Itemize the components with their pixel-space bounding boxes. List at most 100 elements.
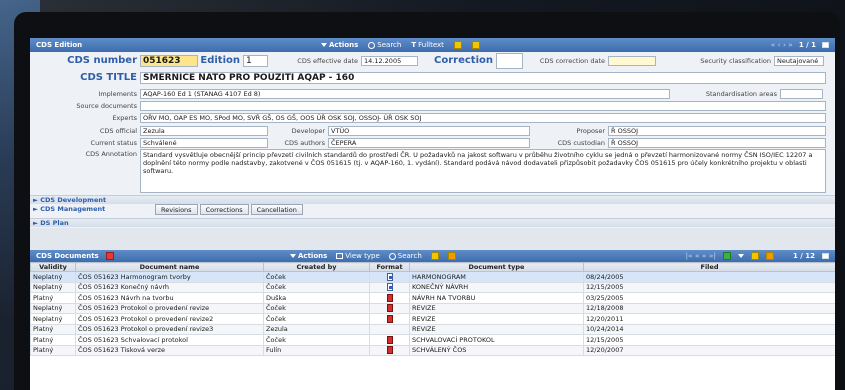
document-type-cell: SCHVÁLENÝ ČOS <box>409 344 584 356</box>
pdf-file-icon[interactable] <box>386 293 393 302</box>
pager-nav[interactable]: « ‹ › » <box>771 41 793 49</box>
export-icon[interactable] <box>453 41 462 49</box>
panel-gap <box>30 228 835 250</box>
security-label: Security classification <box>700 56 771 65</box>
column-header-filed[interactable]: Filed <box>583 262 835 272</box>
cds-development-section[interactable]: ► CDS Development <box>30 195 835 204</box>
document-type-cell: REVIZE <box>409 313 584 325</box>
table-row[interactable]: Neplatný ČOS 051623 Harmonogram tvorby Čoč… <box>30 271 835 283</box>
column-header-document-name[interactable]: Document name <box>75 262 264 272</box>
doc-file-icon[interactable] <box>386 283 393 292</box>
documents-minimize-button[interactable] <box>822 253 829 259</box>
document-name-cell: ČOS 051623 Tisková verze <box>75 344 264 356</box>
column-header-created-by[interactable]: Created by <box>263 262 370 272</box>
documents-search-link[interactable]: Search <box>388 252 422 260</box>
cancellation-button[interactable]: Cancellation <box>250 204 303 215</box>
cds-number-label: CDS number <box>67 55 137 66</box>
column-header-document-type[interactable]: Document type <box>409 262 584 272</box>
refresh-icon[interactable] <box>722 252 731 260</box>
format-cell <box>369 313 410 325</box>
validity-cell: Neplatný <box>30 271 76 283</box>
chevron-down-icon[interactable] <box>737 254 744 258</box>
minimize-button[interactable] <box>822 42 829 48</box>
created-by-cell: Čoček <box>263 313 370 325</box>
validity-cell: Platný <box>30 323 76 335</box>
cds-custodian-field[interactable]: Ř OSSOJ <box>608 137 826 148</box>
current-status-label: Current status <box>90 138 137 147</box>
add-document-icon[interactable] <box>106 252 114 260</box>
search-link[interactable]: Search <box>368 41 401 49</box>
created-by-cell: Duška <box>263 292 370 304</box>
effective-date-field[interactable]: 14.12.2005 <box>361 55 418 66</box>
column-header-validity[interactable]: Validity <box>30 262 76 272</box>
cds-official-field[interactable]: Zezula <box>140 125 268 136</box>
security-field[interactable]: Neutajované <box>774 55 824 66</box>
documents-actions-menu[interactable]: Actions <box>290 252 327 260</box>
actions-menu[interactable]: Actions <box>321 41 358 49</box>
view-type-link[interactable]: View type <box>336 252 380 260</box>
validity-cell: Neplatný <box>30 281 76 293</box>
document-type-cell: REVIZE <box>409 302 584 314</box>
document-name-cell: ČOS 051623 Schvalovací protokol <box>75 334 264 346</box>
correction-field[interactable] <box>496 52 523 69</box>
document-name-cell: ČOS 051623 Protokol o provedení revize <box>75 302 264 314</box>
table-row[interactable]: Neplatný ČOS 051623 Konečný návrh Čoček KON… <box>30 281 835 293</box>
document-type-cell: SCHVALOVACÍ PROTOKOL <box>409 334 584 346</box>
corrections-button[interactable]: Corrections <box>199 204 249 215</box>
pdf-file-icon[interactable] <box>386 346 393 355</box>
table-row[interactable]: Neplatný ČOS 051623 Protokol o provedení … <box>30 313 835 325</box>
developer-field[interactable]: VTÚO <box>328 125 530 136</box>
documents-pager-count: 1 / 12 <box>792 252 815 260</box>
table-row[interactable]: Neplatný ČOS 051623 Protokol o provedení … <box>30 302 835 314</box>
settings-icon[interactable] <box>750 252 759 260</box>
table-row[interactable]: Platný ČOS 051623 Návrh na tvorbu Duška NÁV… <box>30 292 835 304</box>
cds-number-field[interactable]: 051623 <box>140 54 198 67</box>
filed-cell: 12/20/2011 <box>583 313 835 325</box>
documents-titlebar: CDS Documents Actions View type Search |… <box>30 250 835 262</box>
chevron-down-icon <box>290 254 296 258</box>
table-row[interactable]: Platný ČOS 051623 Tisková verze Fulín SCHVÁ… <box>30 344 835 356</box>
correction-date-field[interactable] <box>608 55 656 66</box>
created-by-cell: Zezula <box>263 323 370 335</box>
standardisation-areas-label: Standardisation areas <box>705 89 777 98</box>
table-row[interactable]: Platný ČOS 051623 Schvalovací protokol Čoč… <box>30 334 835 346</box>
fulltext-link[interactable]: T Fulltext <box>411 41 444 49</box>
proposer-label: Proposer <box>576 126 605 135</box>
pdf-file-icon[interactable] <box>386 314 393 323</box>
edition-form: CDS number 051623 Edition 1 CDS effectiv… <box>30 52 835 228</box>
edition-titlebar: CDS Edition Actions Search T Fulltext « ‹… <box>30 38 835 52</box>
cds-official-label: CDS official <box>99 126 137 135</box>
experts-field[interactable]: OŘV MO, OAP ES MO, SPod MO, SVŘ GŠ, OS G… <box>140 112 826 123</box>
filed-cell: 12/18/2008 <box>583 302 835 314</box>
created-by-cell: Fulín <box>263 344 370 356</box>
user-icon[interactable] <box>765 252 774 260</box>
revisions-button[interactable]: Revisions <box>155 204 198 215</box>
implements-field[interactable]: AQAP-160 Ed 1 (STANAG 4107 Ed 8) <box>140 88 670 99</box>
edition-label: Edition <box>200 55 240 66</box>
format-cell <box>369 302 410 314</box>
pdf-file-icon[interactable] <box>386 304 393 313</box>
document-type-cell: REVIZE <box>409 323 584 335</box>
annotation-field[interactable]: Standard vysvětluje obecnější princip př… <box>140 149 826 193</box>
source-documents-field[interactable] <box>140 100 826 111</box>
column-header-format[interactable]: Format <box>369 262 410 272</box>
proposer-field[interactable]: Ř OSSOJ <box>608 125 826 136</box>
search-icon <box>388 252 396 260</box>
bookmark-icon[interactable] <box>447 252 456 260</box>
cds-management-section[interactable]: ► CDS Management <box>30 204 150 213</box>
doc-file-icon[interactable] <box>386 272 393 281</box>
fulltext-icon: T <box>411 41 417 49</box>
edition-field[interactable]: 1 <box>243 54 268 67</box>
standardisation-areas-field[interactable] <box>780 88 823 99</box>
table-row[interactable]: Platný ČOS 051623 Protokol o provedení re… <box>30 323 835 335</box>
ds-plan-section[interactable]: ► DS Plan <box>30 218 835 227</box>
title-field[interactable]: SMĚRNICE NATO PRO POUŽITÍ AQAP - 160 <box>140 71 826 84</box>
cds-authors-field[interactable]: ČEPERA <box>328 137 530 148</box>
validity-cell: Neplatný <box>30 313 76 325</box>
documents-pager-nav[interactable]: |« « » »| <box>685 252 716 260</box>
notes-icon[interactable] <box>471 41 480 49</box>
pdf-file-icon[interactable] <box>386 335 393 344</box>
filter-icon[interactable] <box>430 252 439 260</box>
document-type-cell: NÁVRH NA TVORBU <box>409 292 584 304</box>
current-status-field[interactable]: Schválené <box>140 137 268 148</box>
